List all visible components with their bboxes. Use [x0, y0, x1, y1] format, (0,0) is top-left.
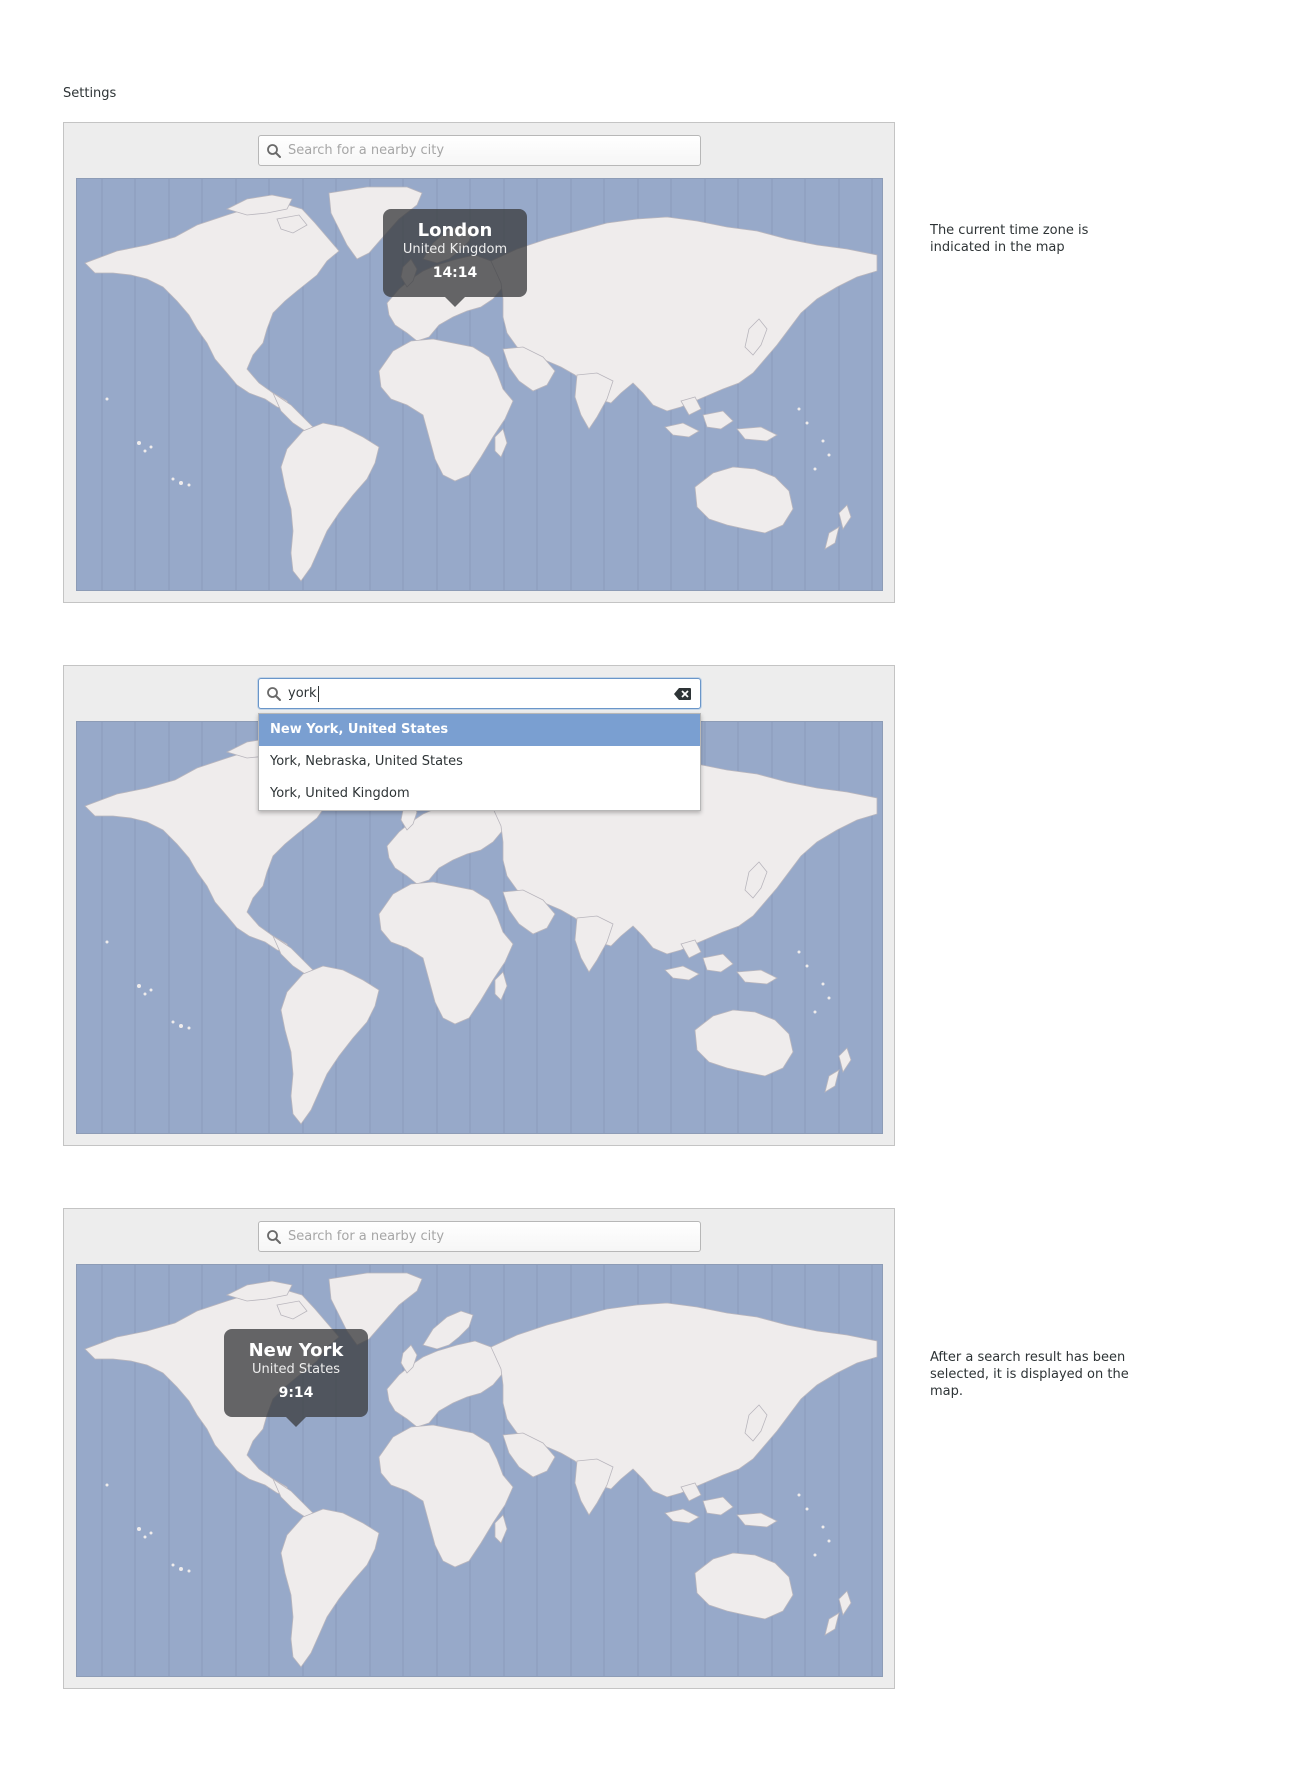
clear-text-icon[interactable]: [673, 686, 693, 702]
bubble-country: United States: [251, 1362, 341, 1377]
search-value: york: [288, 686, 317, 701]
bubble-time: 14:14: [432, 265, 478, 281]
bubble-time: 9:14: [278, 1385, 314, 1401]
search-results-dropdown: New York, United States York, Nebraska, …: [258, 713, 701, 811]
search-result-item[interactable]: New York, United States: [259, 714, 700, 746]
search-icon: [267, 1229, 281, 1244]
search-result-item[interactable]: York, Nebraska, United States: [259, 746, 700, 778]
search-icon: [267, 143, 281, 158]
search-result-item[interactable]: York, United Kingdom: [259, 778, 700, 810]
search-placeholder: Search for a nearby city: [288, 1229, 445, 1244]
location-bubble: London United Kingdom 14:14: [383, 209, 527, 307]
world-map-graphic: [77, 1265, 883, 1677]
timezone-panel-selected: Search for a nearby city New York United…: [63, 1208, 895, 1689]
timezone-panel-search: york New York, United States York, Nebra…: [63, 665, 895, 1146]
world-map[interactable]: New York United States 9:14: [76, 1264, 883, 1677]
city-search-field[interactable]: york: [258, 678, 701, 709]
search-placeholder: Search for a nearby city: [288, 143, 445, 158]
annotation-search-selected: After a search result has been selected,…: [930, 1350, 1129, 1399]
bubble-country: United Kingdom: [402, 242, 508, 257]
search-input[interactable]: york: [288, 679, 673, 708]
location-bubble: New York United States 9:14: [224, 1329, 368, 1427]
text-caret: [317, 685, 319, 702]
city-search-field[interactable]: Search for a nearby city: [258, 135, 701, 166]
page-title: Settings: [63, 86, 117, 101]
bubble-city: London: [417, 220, 493, 241]
search-icon: [267, 686, 281, 701]
annotation-current-timezone: The current time zone is indicated in th…: [930, 223, 1089, 255]
bubble-city: New York: [248, 1340, 344, 1361]
world-map[interactable]: London United Kingdom 14:14: [76, 178, 883, 591]
timezone-panel-current: Search for a nearby city London United K…: [63, 122, 895, 603]
city-search-field[interactable]: Search for a nearby city: [258, 1221, 701, 1252]
